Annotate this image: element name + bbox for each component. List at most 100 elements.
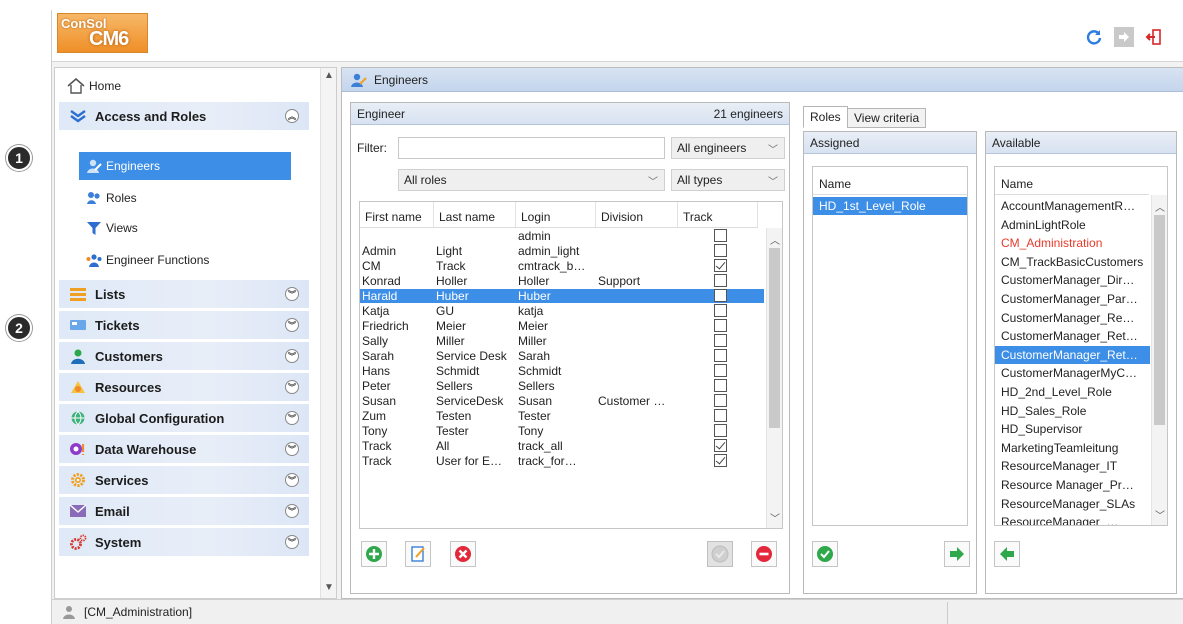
nav-group-global-configuration[interactable]: Global Configuration ︾ (59, 404, 309, 432)
list-item[interactable]: HD_Sales_Role (995, 402, 1150, 420)
list-item[interactable]: CM_Administration (995, 234, 1150, 252)
expand-icon[interactable]: ︾ (285, 535, 299, 549)
tab-view-criteria[interactable]: View criteria (847, 108, 927, 128)
nav-home[interactable]: Home (67, 78, 121, 94)
remove-role-confirm-button[interactable] (812, 541, 838, 567)
nav-group-access-and-roles[interactable]: Access and Roles ︽ (59, 102, 309, 130)
activate-button[interactable] (707, 541, 733, 567)
nav-group-data-warehouse[interactable]: Data Warehouse ︾ (59, 435, 309, 463)
filter-input[interactable] (398, 137, 665, 159)
expand-icon[interactable]: ︾ (285, 473, 299, 487)
expand-icon[interactable]: ︾ (285, 504, 299, 518)
scroll-down-icon[interactable]: ﹀ (770, 510, 780, 525)
track-checkbox[interactable] (714, 364, 727, 377)
expand-icon[interactable]: ︾ (285, 349, 299, 363)
nav-group-lists[interactable]: Lists ︾ (59, 280, 309, 308)
table-row[interactable]: Konrad Holler Holler Support (360, 274, 764, 288)
table-row[interactable]: Tony Tester Tony (360, 424, 764, 438)
table-row[interactable]: CM Track cmtrack_b… (360, 259, 764, 273)
list-item[interactable]: HD_1st_Level_Role (813, 197, 967, 215)
list-item[interactable]: Resource Manager_Pr… (995, 476, 1150, 494)
deactivate-button[interactable] (751, 541, 777, 567)
column-last-name[interactable]: Last name (434, 202, 516, 227)
track-checkbox[interactable] (714, 274, 727, 287)
table-row[interactable]: Sarah Service Desk Sarah (360, 349, 764, 363)
list-item[interactable]: ResourceManager_SLAs (995, 495, 1150, 513)
track-checkbox[interactable] (714, 259, 727, 272)
engineers-filter-select[interactable]: All engineers ﹀ (671, 137, 785, 159)
table-row[interactable]: Katja GU katja (360, 304, 764, 318)
track-checkbox[interactable] (714, 394, 727, 407)
track-checkbox[interactable] (714, 244, 727, 257)
scroll-up-icon[interactable]: ︿ (1155, 199, 1165, 214)
expand-icon[interactable]: ︾ (285, 411, 299, 425)
table-row[interactable]: Track All track_all (360, 439, 764, 453)
track-checkbox[interactable] (714, 304, 727, 317)
add-engineer-button[interactable] (361, 541, 387, 567)
track-checkbox[interactable] (714, 334, 727, 347)
scroll-up-icon[interactable]: ︿ (770, 232, 780, 247)
track-checkbox[interactable] (714, 349, 727, 362)
collapse-icon[interactable]: ︽ (285, 109, 299, 123)
table-row[interactable]: Harald Huber Huber (360, 289, 764, 303)
edit-engineer-button[interactable] (405, 541, 431, 567)
nav-group-resources[interactable]: Resources ︾ (59, 373, 309, 401)
list-item[interactable]: HD_Supervisor (995, 420, 1150, 438)
list-item[interactable]: CustomerManager_Par… (995, 290, 1150, 308)
nav-group-services[interactable]: Services ︾ (59, 466, 309, 494)
assigned-name-header[interactable]: Name (813, 173, 967, 195)
refresh-icon[interactable] (1084, 27, 1104, 47)
track-checkbox[interactable] (714, 409, 727, 422)
list-item[interactable]: CustomerManager_Ret… (995, 327, 1150, 345)
nav-item-roles[interactable]: Roles (79, 184, 291, 212)
nav-item-engineers[interactable]: Engineers (79, 152, 291, 180)
track-checkbox[interactable] (714, 379, 727, 392)
table-row[interactable]: admin (360, 229, 764, 243)
forward-icon[interactable] (1114, 27, 1134, 47)
tab-roles[interactable]: Roles (803, 106, 848, 128)
nav-group-tickets[interactable]: Tickets ︾ (59, 311, 309, 339)
types-filter-select[interactable]: All types ﹀ (671, 169, 785, 191)
nav-item-engineer-functions[interactable]: Engineer Functions (79, 246, 291, 274)
scrollbar-thumb[interactable] (1154, 215, 1165, 425)
table-row[interactable]: Zum Testen Tester (360, 409, 764, 423)
column-login[interactable]: Login (516, 202, 596, 227)
list-item[interactable]: ResourceManager_… (995, 513, 1150, 525)
column-track[interactable]: Track (678, 202, 758, 227)
expand-icon[interactable]: ︾ (285, 380, 299, 394)
roles-filter-select[interactable]: All roles ﹀ (398, 169, 665, 191)
track-checkbox[interactable] (714, 229, 727, 242)
delete-engineer-button[interactable] (450, 541, 476, 567)
expand-icon[interactable]: ︾ (285, 442, 299, 456)
list-item[interactable]: AccountManagementR… (995, 197, 1150, 215)
table-row[interactable]: Track User for E… track_for… (360, 454, 764, 468)
track-checkbox[interactable] (714, 319, 727, 332)
sidebar-scrollbar[interactable]: ▲ ▼ (320, 68, 336, 598)
scrollbar-thumb[interactable] (769, 248, 780, 428)
track-checkbox[interactable] (714, 424, 727, 437)
list-item[interactable]: HD_2nd_Level_Role (995, 383, 1150, 401)
expand-icon[interactable]: ︾ (285, 318, 299, 332)
table-row[interactable]: Hans Schmidt Schmidt (360, 364, 764, 378)
scroll-up-icon[interactable]: ▲ (324, 70, 334, 81)
list-item[interactable]: ResourceManager_IT (995, 457, 1150, 475)
nav-item-views[interactable]: Views (79, 214, 291, 242)
track-checkbox[interactable] (714, 289, 727, 302)
list-item[interactable]: CustomerManagerMyC… (995, 364, 1150, 382)
column-division[interactable]: Division (596, 202, 678, 227)
column-first-name[interactable]: First name (360, 202, 434, 227)
track-checkbox[interactable] (714, 454, 727, 467)
list-item[interactable]: CustomerManager_Ret… (995, 345, 1150, 364)
available-name-header[interactable]: Name (995, 173, 1149, 195)
list-item[interactable]: CM_TrackBasicCustomers (995, 253, 1150, 271)
logout-icon[interactable] (1144, 27, 1164, 47)
table-row[interactable]: Admin Light admin_light (360, 244, 764, 258)
available-scrollbar[interactable]: ︿ ﹀ (1151, 195, 1167, 525)
list-item[interactable]: MarketingTeamleitung (995, 439, 1150, 457)
table-row[interactable]: Friedrich Meier Meier (360, 319, 764, 333)
table-scrollbar[interactable]: ︿ ﹀ (766, 228, 782, 528)
move-right-button[interactable] (944, 541, 970, 567)
nav-group-system[interactable]: System ︾ (59, 528, 309, 556)
expand-icon[interactable]: ︾ (285, 287, 299, 301)
scroll-down-icon[interactable]: ▼ (324, 582, 334, 593)
